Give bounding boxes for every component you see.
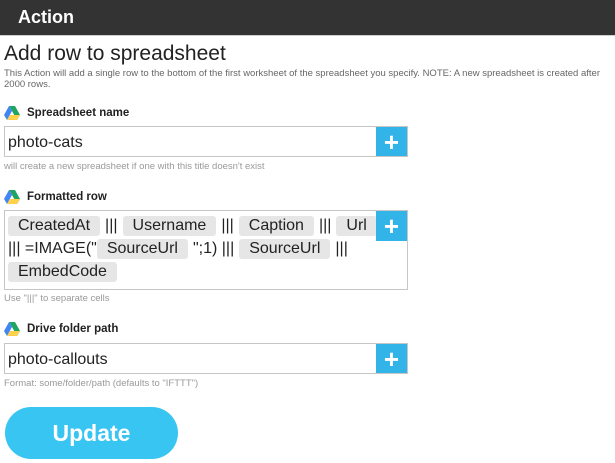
spreadsheet-name-label: Spreadsheet name xyxy=(27,107,130,119)
field-token[interactable]: Caption xyxy=(238,216,314,236)
formatted-row-content[interactable]: CreatedAt ||| Username ||| Caption ||| Url |||… xyxy=(8,214,378,283)
formatted-row-field[interactable]: CreatedAt ||| Username ||| Caption ||| Url |||… xyxy=(4,210,408,290)
drive-folder-path-help: Format: some/folder/path (defaults to "I… xyxy=(4,378,199,389)
drive-folder-path-label: Drive folder path xyxy=(27,323,119,335)
drive-folder-path-value[interactable]: photo-callouts xyxy=(8,351,108,369)
formula-text: ||| =IMAGE(" xyxy=(8,240,97,257)
formula-text: ";1) ||| xyxy=(192,240,235,257)
separator-text: ||| xyxy=(105,217,118,234)
drive-folder-path-field[interactable]: photo-callouts + xyxy=(4,343,408,374)
google-drive-icon xyxy=(4,322,20,336)
separator-text: ||| xyxy=(335,240,348,257)
page-title: Add row to spreadsheet xyxy=(4,42,226,65)
spreadsheet-name-field[interactable]: photo-cats + xyxy=(4,126,408,157)
header-divider xyxy=(0,35,615,36)
spreadsheet-name-add-button[interactable]: + xyxy=(376,127,407,157)
field-token[interactable]: CreatedAt xyxy=(8,216,101,236)
formatted-row-label: Formatted row xyxy=(27,191,107,203)
spreadsheet-name-value[interactable]: photo-cats xyxy=(8,134,83,152)
field-token[interactable]: Url xyxy=(336,216,377,236)
field-token[interactable]: SourceUrl xyxy=(96,239,188,259)
spreadsheet-name-label-row: Spreadsheet name xyxy=(4,106,129,120)
field-token[interactable]: Username xyxy=(122,216,217,236)
google-drive-icon xyxy=(4,106,20,120)
formatted-row-add-button[interactable]: + xyxy=(376,211,407,241)
formatted-row-help: Use "|||" to separate cells xyxy=(4,293,110,304)
separator-text: ||| xyxy=(221,217,234,234)
field-token[interactable]: SourceUrl xyxy=(239,239,331,259)
update-button[interactable]: Update xyxy=(5,407,178,459)
formatted-row-label-row: Formatted row xyxy=(4,190,107,204)
spreadsheet-name-help: will create a new spreadsheet if one wit… xyxy=(4,161,265,172)
drive-folder-path-label-row: Drive folder path xyxy=(4,322,118,336)
drive-folder-path-add-button[interactable]: + xyxy=(376,344,407,374)
google-drive-icon xyxy=(4,190,20,204)
field-token[interactable]: EmbedCode xyxy=(8,262,117,282)
action-header: Action xyxy=(0,0,615,35)
page-description: This Action will add a single row to the… xyxy=(4,68,600,90)
separator-text: ||| xyxy=(318,217,332,234)
header-title: Action xyxy=(18,7,74,27)
plus-icon: + xyxy=(383,127,400,157)
plus-icon: + xyxy=(383,344,400,374)
plus-icon: + xyxy=(383,211,400,241)
